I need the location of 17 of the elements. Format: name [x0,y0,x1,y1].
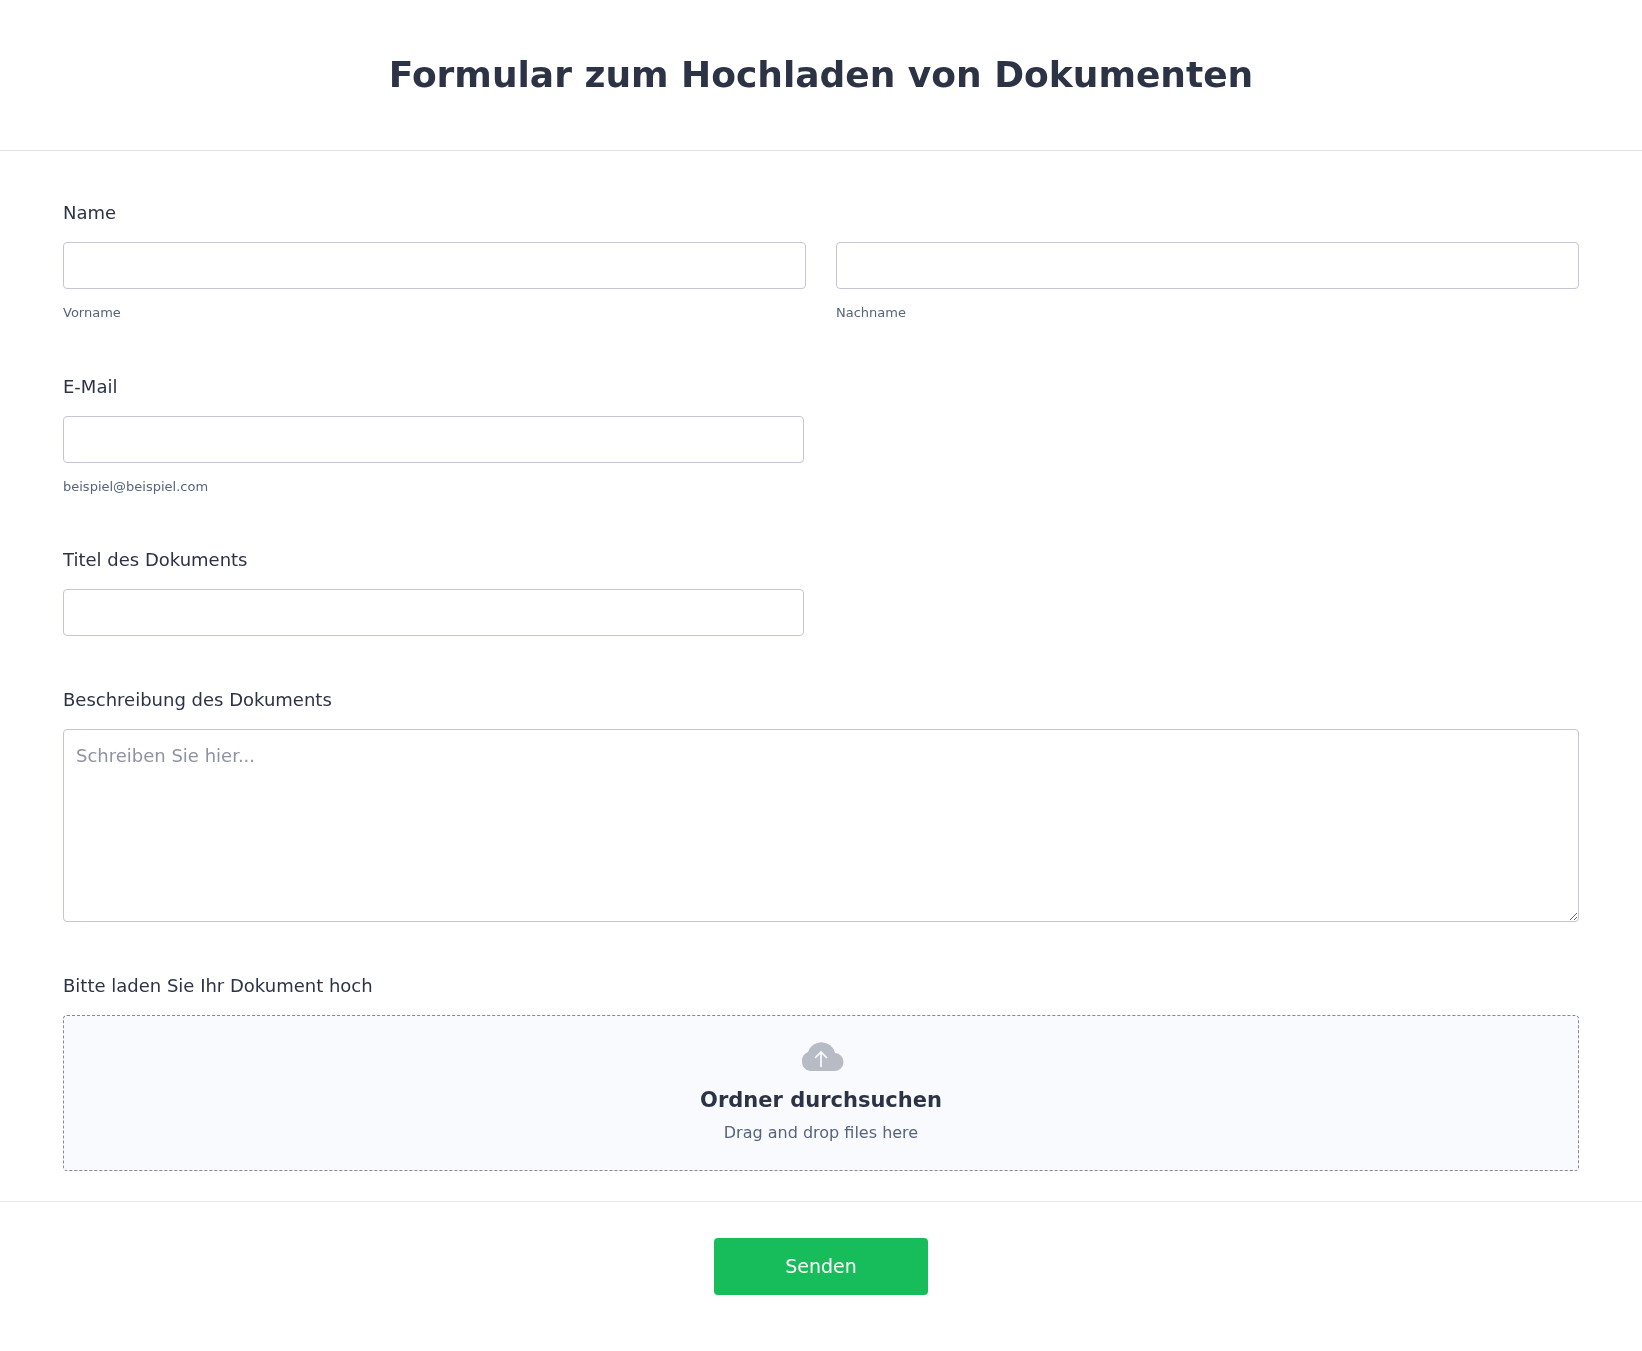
field-label: Beschreibung des Dokuments [63,688,333,712]
browse-label: Ordner durchsuchen [700,1087,942,1115]
text-input[interactable] [836,242,1579,289]
field-sublabel: Nachname [836,304,907,322]
field-label: Name [63,201,118,225]
field-label: E-Mail [63,374,119,399]
text-input[interactable] [63,242,806,289]
text-input[interactable] [63,589,804,636]
field-label: Bitte laden Sie Ihr Dokument hoch [63,974,374,998]
field-label: Titel des Dokuments [63,548,249,572]
field-sublabel: beispiel@beispiel.com [63,477,210,496]
drop-hint: Drag and drop files here [723,1121,919,1144]
text-input[interactable] [63,415,804,463]
description-textarea[interactable]: Schreiben Sie hier... [63,729,1579,922]
file-drop-zone[interactable]: Ordner durchsuchen Drag and drop files here [63,1015,1579,1171]
field-sublabel: Vorname [63,304,122,322]
form-title: Formular zum Hochladen von Dokumenten [388,53,1254,97]
